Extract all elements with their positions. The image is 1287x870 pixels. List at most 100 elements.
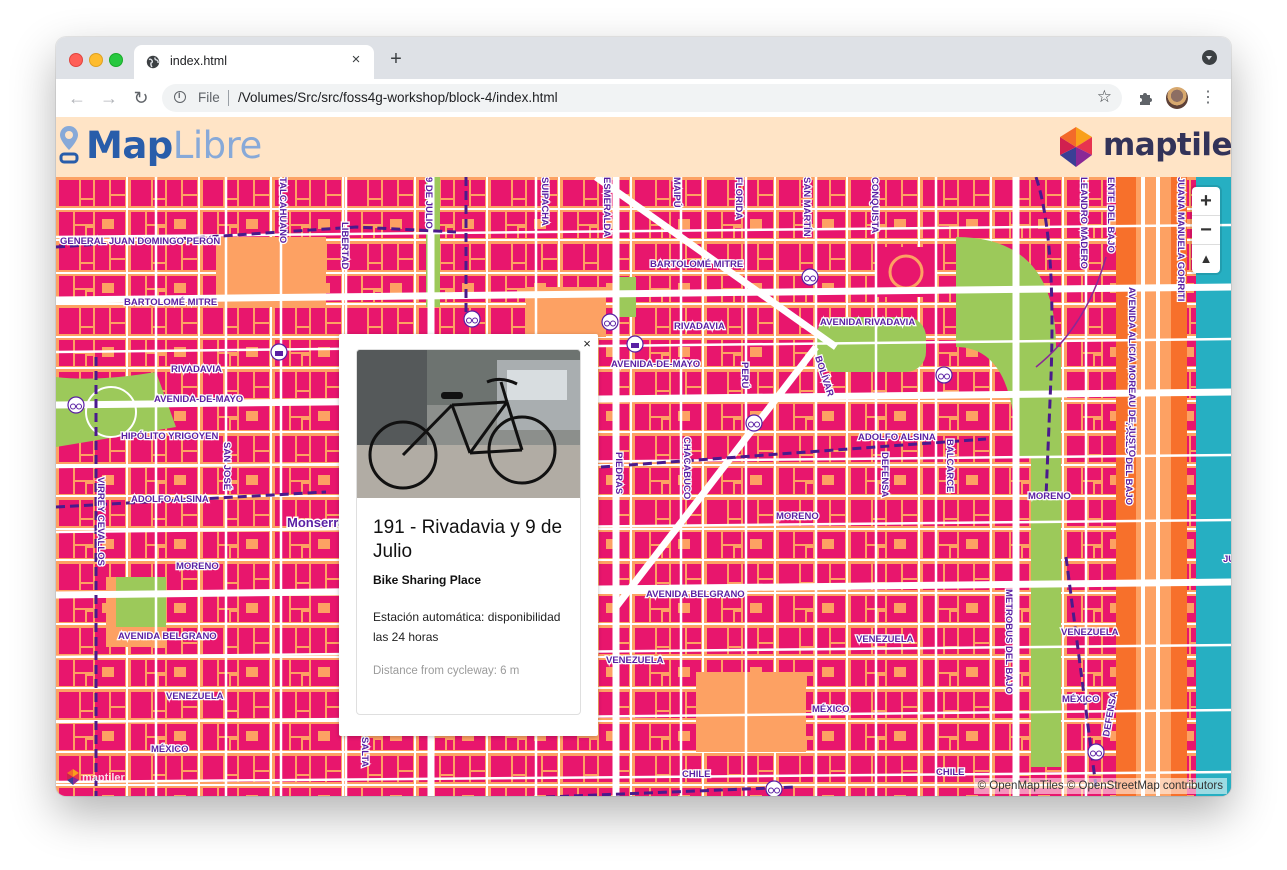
popup-distance: Distance from cycleway: 6 m bbox=[373, 665, 520, 677]
map-label: DEFENSA bbox=[879, 452, 890, 498]
map-label: ENTE DEL BAJO bbox=[1105, 177, 1116, 253]
maptiler-logo-icon bbox=[1060, 127, 1092, 167]
map-label: AVENIDA BELGRANO bbox=[118, 631, 217, 642]
map-label: SAN MARTÍN bbox=[801, 177, 812, 237]
tab-title: index.html bbox=[170, 54, 227, 68]
station-card: 191 - Rivadavia y 9 de Julio Bike Sharin… bbox=[356, 349, 581, 715]
map-label: PERÚ bbox=[739, 362, 751, 389]
map-label: HIPÓLITO YRIGOYEN bbox=[121, 430, 218, 442]
back-arrow-icon[interactable]: ← bbox=[66, 87, 88, 109]
map-tiles[interactable]: GENERAL JUAN DOMINGO PERÓN BARTOLOMÉ MIT… bbox=[56, 177, 1231, 796]
map-label: CHACABUCO bbox=[681, 437, 692, 499]
page-header: MapLibre maptiler bbox=[56, 117, 1231, 177]
popup-subtitle: Bike Sharing Place bbox=[373, 573, 482, 587]
minimize-window-button[interactable] bbox=[89, 53, 103, 67]
scheme-label: File bbox=[198, 90, 220, 105]
title-bar: index.html × + bbox=[56, 37, 1231, 79]
map-label: CONQUISTA bbox=[869, 177, 880, 233]
svg-text:maptiler: maptiler bbox=[82, 772, 126, 784]
bookmark-star-icon[interactable]: ☆ bbox=[1097, 87, 1112, 107]
bike-station-icon bbox=[67, 396, 85, 414]
maptiler-logo-text: maptiler bbox=[1103, 127, 1231, 163]
map-canvas[interactable]: GENERAL JUAN DOMINGO PERÓN BARTOLOMÉ MIT… bbox=[56, 177, 1231, 796]
browser-tab[interactable]: index.html × bbox=[134, 45, 374, 79]
map-attribution[interactable]: © OpenMapTiles © OpenStreetMap contribut… bbox=[973, 778, 1227, 794]
bike-station-icon bbox=[601, 313, 619, 331]
map-label: SALTA bbox=[359, 737, 370, 767]
map-label: PIEDRAS bbox=[613, 452, 624, 494]
map-label: GENERAL JUAN DOMINGO PERÓN bbox=[60, 235, 220, 247]
map-label: TALCAHUANO bbox=[277, 177, 288, 243]
map-label: FLORIDA bbox=[733, 177, 744, 219]
map-label: LEANDRO MADERO bbox=[1078, 177, 1089, 269]
map-label: JUANA MANUELA GORRITI bbox=[1175, 177, 1186, 301]
extensions-puzzle-icon[interactable] bbox=[1136, 88, 1156, 108]
map-label: METROBUS DEL BAJO bbox=[1003, 589, 1014, 694]
tab-search-icon[interactable] bbox=[1202, 50, 1217, 65]
reload-icon[interactable]: ↻ bbox=[130, 87, 152, 109]
web-page: MapLibre maptiler bbox=[56, 117, 1231, 796]
bike-photo bbox=[357, 350, 580, 498]
map-label: MÉXICO bbox=[151, 744, 188, 755]
map-label: SAN JOSÉ bbox=[221, 442, 232, 490]
map-label: AVENIDA-DE-MAYO bbox=[611, 359, 700, 370]
address-bar[interactable]: File /Volumes/Src/src/foss4g-workshop/bl… bbox=[162, 84, 1122, 112]
browser-toolbar: ← → ↻ File /Volumes/Src/src/foss4g-works… bbox=[56, 79, 1231, 118]
close-tab-icon[interactable]: × bbox=[348, 52, 364, 68]
map-label: SUIPACHA bbox=[539, 177, 550, 226]
compass-icon[interactable]: ▲ bbox=[1192, 245, 1220, 273]
forward-arrow-icon[interactable]: → bbox=[98, 87, 120, 109]
station-popup: × 191 - Rivadavia y 9 de Julio Bike Shar… bbox=[339, 334, 598, 736]
map-label: VENEZUELA bbox=[166, 691, 224, 702]
map-label: MORENO bbox=[176, 561, 219, 572]
popup-description: Estación automática: disponibilidad las … bbox=[373, 610, 561, 644]
bike-station-icon bbox=[463, 310, 481, 328]
map-label: MÉXICO bbox=[812, 704, 849, 715]
bike-station-icon bbox=[745, 414, 763, 432]
map-label: VIRREY CEVALLOS bbox=[95, 477, 106, 566]
map-label: CHILE bbox=[682, 769, 711, 780]
map-label: AVENIDA-DE-MAYO bbox=[154, 394, 243, 405]
map-label: AVENIDA RIVADAVIA bbox=[820, 317, 915, 328]
map-label: VENEZUELA bbox=[856, 634, 914, 645]
zoom-in-button[interactable]: + bbox=[1192, 187, 1220, 216]
map-label: AVENIDA ALICIA MOREAU DE JUSTO bbox=[1126, 287, 1137, 457]
bike-station-icon bbox=[1087, 743, 1105, 761]
maplibre-pin-icon bbox=[59, 126, 79, 164]
shop-basket-icon bbox=[626, 335, 644, 353]
map-label: 9 DE JULIO bbox=[423, 177, 434, 229]
bike-station-icon bbox=[765, 780, 783, 796]
address-separator bbox=[228, 90, 229, 106]
map-label: BALCARCE bbox=[944, 439, 955, 492]
close-window-button[interactable] bbox=[69, 53, 83, 67]
more-menu-icon[interactable]: ⋮ bbox=[1200, 87, 1216, 109]
map-label: BARTOLOMÉ MITRE bbox=[124, 297, 217, 308]
profile-avatar[interactable] bbox=[1166, 87, 1188, 109]
map-label: MAIPÚ bbox=[671, 177, 683, 208]
map-label: ADOLFO ALSINA bbox=[131, 494, 209, 505]
maplibre-logo: MapLibre bbox=[86, 124, 262, 167]
maximize-window-button[interactable] bbox=[109, 53, 123, 67]
popup-title: 191 - Rivadavia y 9 de Julio bbox=[373, 517, 563, 562]
shop-basket-icon bbox=[270, 343, 288, 361]
map-label: AVENIDA BELGRANO bbox=[646, 589, 745, 600]
url-text[interactable]: /Volumes/Src/src/foss4g-workshop/block-4… bbox=[238, 90, 558, 105]
bike-station-icon bbox=[801, 268, 819, 286]
info-icon[interactable] bbox=[174, 90, 186, 103]
map-label: JUANA MANUELA GORRITI bbox=[1223, 554, 1231, 565]
globe-icon bbox=[146, 55, 160, 69]
map-label: VENEZUELA bbox=[606, 655, 664, 666]
popup-close-icon[interactable]: × bbox=[581, 336, 593, 351]
maptiler-watermark[interactable]: maptiler bbox=[66, 768, 136, 786]
bike-station-icon bbox=[935, 366, 953, 384]
map-label: RIVADAVIA bbox=[171, 364, 222, 375]
map-label: MÉXICO bbox=[1062, 694, 1099, 705]
zoom-out-button[interactable]: − bbox=[1192, 216, 1220, 245]
new-tab-button[interactable]: + bbox=[386, 49, 406, 69]
map-label: CHILE bbox=[936, 767, 965, 778]
map-label: VENEZUELA bbox=[1061, 627, 1119, 638]
map-label: LIBERTAD bbox=[339, 222, 350, 269]
map-label: MORENO bbox=[776, 511, 819, 522]
map-label: MORENO bbox=[1028, 491, 1071, 502]
map-label: BARTOLOMÉ MITRE bbox=[650, 259, 743, 270]
